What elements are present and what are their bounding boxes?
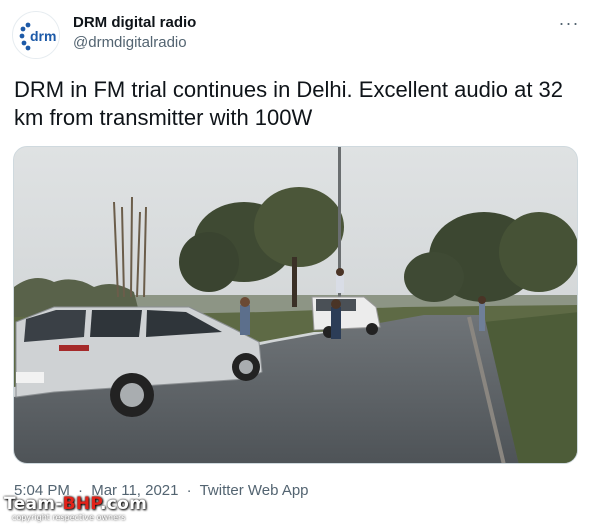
avatar-text: drm xyxy=(30,28,56,44)
tweet-photo[interactable] xyxy=(13,146,578,464)
watermark-accent: BHP xyxy=(62,494,101,514)
photo-icon xyxy=(14,147,577,463)
watermark-prefix: Team- xyxy=(4,494,63,514)
user-handle[interactable]: @drmdigitalradio xyxy=(73,34,187,51)
avatar[interactable]: drm xyxy=(12,11,60,59)
tweet-text: DRM in FM trial continues in Delhi. Exce… xyxy=(14,77,564,130)
watermark-logo: Team-BHP.com xyxy=(4,494,147,514)
drm-logo-icon: drm xyxy=(14,13,59,58)
display-name[interactable]: DRM digital radio xyxy=(73,14,196,31)
tweet-card: drm DRM digital radio @drmdigitalradio ·… xyxy=(0,0,592,525)
watermark-copyright: copyright respective owners xyxy=(12,513,126,522)
watermark-suffix: .com xyxy=(100,494,148,514)
tweet-source[interactable]: Twitter Web App xyxy=(200,482,309,499)
meta-separator: · xyxy=(186,482,192,499)
more-options-icon[interactable]: ··· xyxy=(554,10,584,36)
